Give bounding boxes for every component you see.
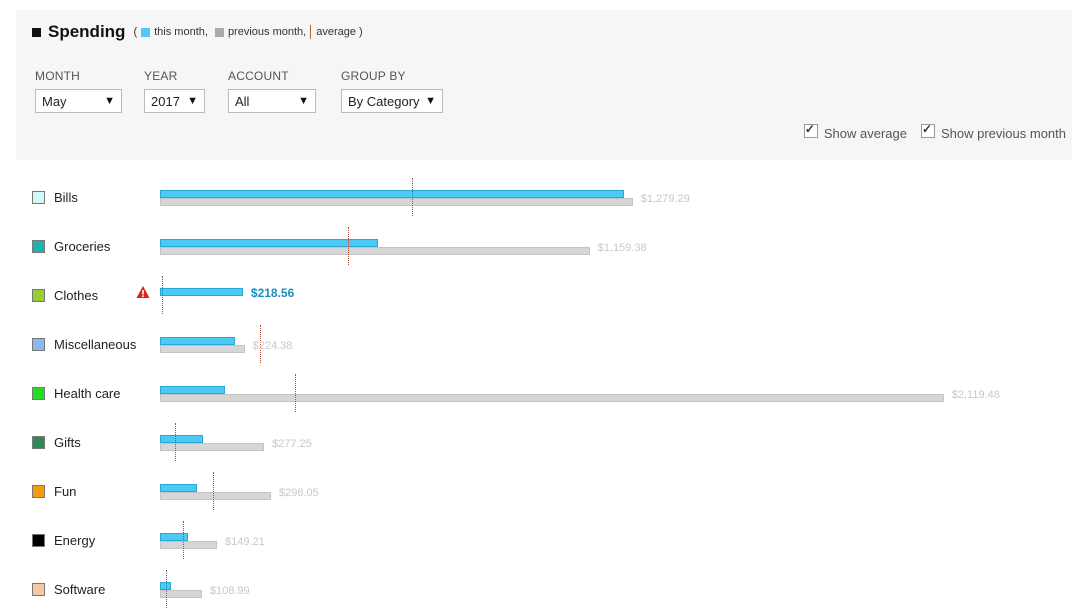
category-color-swatch xyxy=(32,534,45,547)
legend-previous-month-swatch xyxy=(214,27,224,37)
account-select[interactable]: All ▼ xyxy=(228,89,316,113)
category-color-swatch xyxy=(32,338,45,351)
bar-this-month[interactable] xyxy=(160,484,198,492)
show-previous-option[interactable]: Show previous month xyxy=(920,122,1066,141)
show-average-checkbox[interactable] xyxy=(803,122,818,138)
category-color-swatch xyxy=(32,583,45,596)
bar-this-month[interactable] xyxy=(160,239,378,247)
chevron-down-icon: ▼ xyxy=(104,95,115,107)
average-marker xyxy=(166,570,168,608)
account-control: ACCOUNT All ▼ xyxy=(228,69,316,113)
average-marker xyxy=(347,227,349,265)
value-label: $149.21 xyxy=(225,536,265,548)
bar-previous-month[interactable] xyxy=(160,541,217,549)
chevron-down-icon: ▼ xyxy=(298,95,309,107)
chevron-down-icon: ▼ xyxy=(187,95,198,107)
category-color-swatch xyxy=(32,191,45,204)
group-by-label: GROUP BY xyxy=(341,69,406,83)
average-marker xyxy=(175,423,177,461)
legend-average-mark xyxy=(310,25,312,39)
value-label: $296.05 xyxy=(278,487,319,499)
account-value: All xyxy=(235,93,250,109)
account-label: ACCOUNT xyxy=(228,69,289,83)
category-color-swatch xyxy=(32,240,45,253)
bar-previous-month[interactable] xyxy=(160,247,590,255)
category-row: Groceries $1,159.38 xyxy=(0,223,1084,271)
value-label: $1,159.38 xyxy=(597,242,647,254)
display-options: Show average Show previous month xyxy=(790,122,1066,141)
category-label: Clothes xyxy=(54,288,99,303)
bar-previous-month[interactable] xyxy=(160,394,944,402)
header: Spending ( this month, previous month, a… xyxy=(32,22,363,42)
category-label: Gifts xyxy=(54,435,81,450)
category-color-swatch xyxy=(32,436,45,449)
bar-previous-month[interactable] xyxy=(160,492,271,500)
month-label: MONTH xyxy=(35,69,80,83)
bar-this-month[interactable] xyxy=(160,190,625,198)
month-select[interactable]: May ▼ xyxy=(35,89,122,113)
category-label: Fun xyxy=(54,484,77,499)
value-label: $224.38 xyxy=(252,340,293,352)
value-label: $1,279.29 xyxy=(640,193,690,205)
month-value: May xyxy=(42,93,67,109)
value-label: $218.56 xyxy=(250,286,295,300)
category-label: Bills xyxy=(54,190,78,205)
month-control: MONTH May ▼ xyxy=(35,69,122,113)
legend-previous-month: previous month, xyxy=(227,26,307,38)
bar-this-month[interactable] xyxy=(160,386,225,394)
group-by-select[interactable]: By Category ▼ xyxy=(341,89,443,113)
category-label: Miscellaneous xyxy=(54,337,137,352)
category-label: Software xyxy=(54,582,106,597)
category-label: Energy xyxy=(54,533,96,548)
year-select[interactable]: 2017 ▼ xyxy=(144,89,205,113)
category-label: Groceries xyxy=(54,239,111,254)
category-row: Miscellaneous $224.38 xyxy=(0,321,1084,369)
average-marker xyxy=(411,178,413,216)
category-row: Software $108.99 xyxy=(0,566,1084,614)
category-color-swatch xyxy=(32,289,45,302)
show-average-option[interactable]: Show average xyxy=(803,122,907,141)
category-row: Fun $296.05 xyxy=(0,468,1084,516)
show-average-label: Show average xyxy=(823,126,907,141)
category-row: Clothes $218.56 xyxy=(0,272,1084,320)
year-label: YEAR xyxy=(144,69,178,83)
bar-this-month[interactable] xyxy=(160,288,243,296)
bar-previous-month[interactable] xyxy=(160,345,245,353)
bar-this-month[interactable] xyxy=(160,582,171,590)
show-previous-checkbox[interactable] xyxy=(920,122,935,138)
average-marker xyxy=(212,472,214,510)
category-row: Gifts $277.25 xyxy=(0,419,1084,467)
category-row: Bills $1,279.29 xyxy=(0,174,1084,222)
legend: ( this month, previous month, average ) xyxy=(133,25,363,39)
year-value: 2017 xyxy=(151,93,180,109)
category-row: Energy $149.21 xyxy=(0,517,1084,565)
legend-average: average ) xyxy=(316,26,363,38)
average-marker xyxy=(295,374,297,412)
title-square-icon xyxy=(32,27,41,37)
average-marker xyxy=(183,521,185,559)
page-title: Spending xyxy=(48,22,126,41)
legend-this-month-swatch xyxy=(141,27,151,37)
show-previous-label: Show previous month xyxy=(940,126,1066,141)
average-marker xyxy=(162,276,164,314)
year-control: YEAR 2017 ▼ xyxy=(144,69,205,113)
bar-this-month[interactable] xyxy=(160,337,236,345)
value-label: $2,119.48 xyxy=(951,389,1000,401)
category-label: Health care xyxy=(54,386,121,401)
warning-icon xyxy=(136,286,150,298)
category-color-swatch xyxy=(32,387,45,400)
chevron-down-icon: ▼ xyxy=(425,95,436,107)
category-row: Health care $2,119.48 xyxy=(0,370,1084,418)
category-color-swatch xyxy=(32,485,45,498)
group-by-control: GROUP BY By Category ▼ xyxy=(341,69,443,113)
value-label: $108.99 xyxy=(209,585,250,597)
legend-this-month: this month, xyxy=(154,26,208,38)
group-by-value: By Category xyxy=(348,93,420,109)
value-label: $277.25 xyxy=(272,438,312,450)
bar-this-month[interactable] xyxy=(160,435,203,443)
bar-previous-month[interactable] xyxy=(160,198,633,206)
legend-open: ( xyxy=(133,26,138,38)
